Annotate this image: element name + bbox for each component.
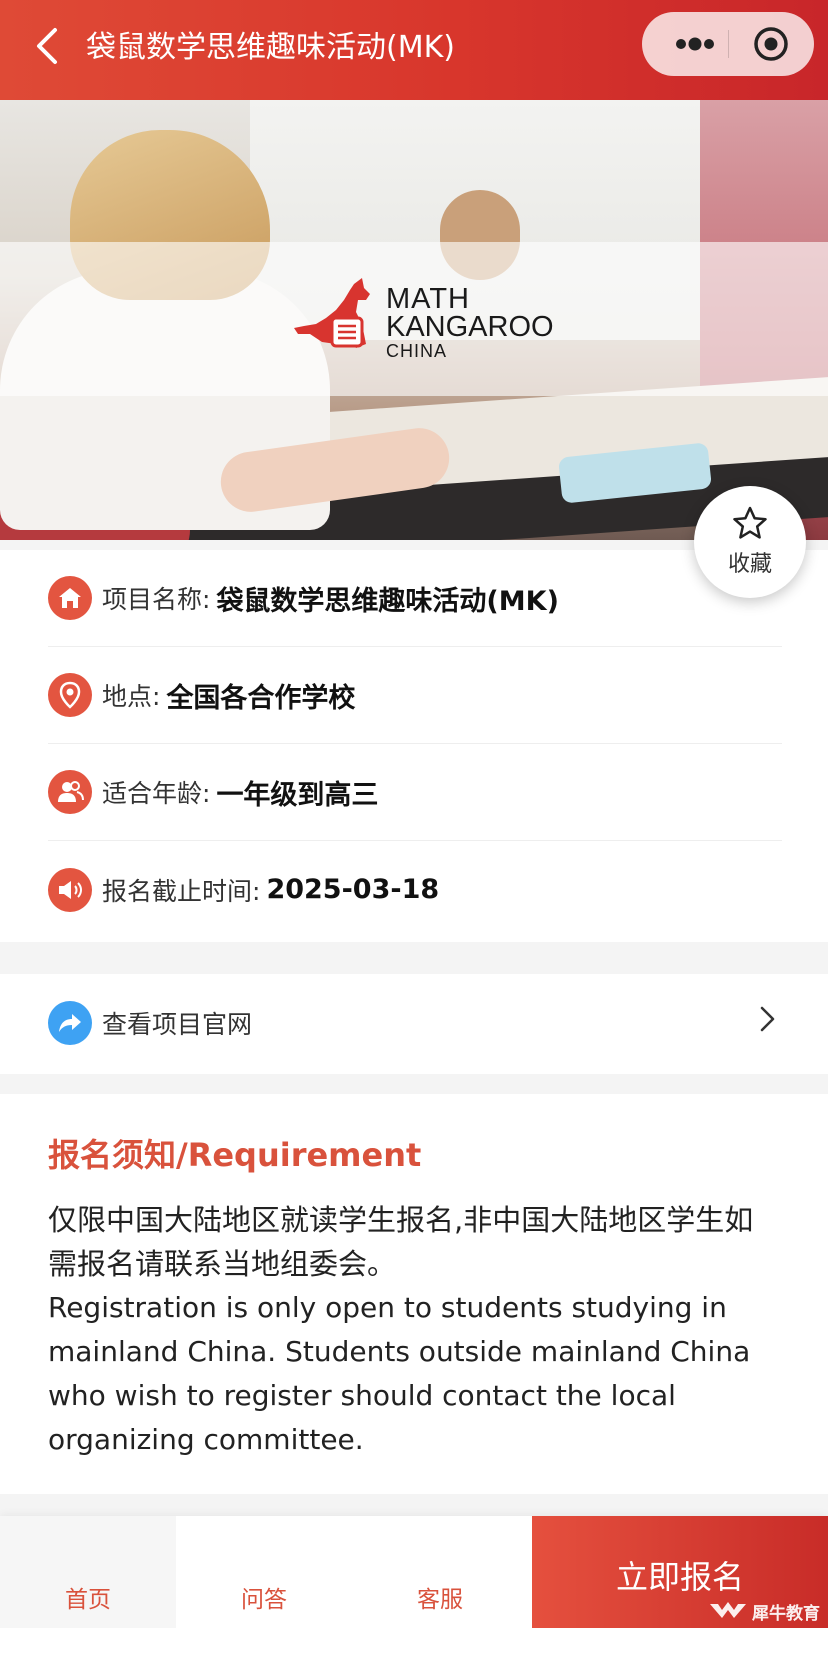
website-link-label: 查看项目官网: [102, 1009, 253, 1039]
home-icon: [48, 576, 92, 620]
info-row-deadline: 报名截止时间: 2025-03-18: [48, 841, 782, 938]
title-bar: 袋鼠数学思维趣味活动(MK): [0, 0, 828, 100]
info-key: 地点:: [102, 682, 161, 711]
page-title: 袋鼠数学思维趣味活动(MK): [86, 30, 455, 65]
more-dots-icon: [676, 37, 714, 51]
watermark-logo-icon: [710, 1602, 746, 1618]
watermark-text: 犀牛教育: [752, 1603, 820, 1624]
view-website-link[interactable]: 查看项目官网: [0, 974, 828, 1074]
info-row-age: 适合年龄: 一年级到高三: [48, 744, 782, 841]
chevron-left-icon: [37, 28, 57, 64]
share-arrow-icon: [48, 1000, 92, 1045]
requirement-text-en: Registration is only open to students st…: [48, 1291, 751, 1456]
website-link-row[interactable]: 查看项目官网: [48, 974, 782, 1071]
star-icon: [733, 506, 767, 539]
chevron-right-icon: [760, 1006, 775, 1032]
target-icon: [754, 27, 788, 61]
favorite-button[interactable]: 收藏: [694, 486, 806, 598]
speaker-icon: [48, 867, 92, 912]
info-value: 袋鼠数学思维趣味活动(MK): [216, 585, 559, 617]
mini-program-capsule: [642, 12, 814, 76]
logo-text: MATH KANGAROO CHINA: [386, 283, 554, 362]
kangaroo-icon: [294, 278, 370, 348]
info-key: 适合年龄:: [102, 779, 211, 808]
watermark: 犀牛教育: [708, 1596, 820, 1626]
info-key: 报名截止时间:: [102, 876, 261, 906]
close-miniprogram-button[interactable]: [746, 12, 796, 76]
requirement-section: 报名须知/Requirement 仅限中国大陆地区就读学生报名,非中国大陆地区学…: [0, 1094, 828, 1494]
info-row-location: 地点: 全国各合作学校: [48, 647, 782, 744]
tab-qa[interactable]: 问答: [176, 1516, 352, 1628]
more-button[interactable]: [664, 12, 726, 76]
info-value: 全国各合作学校: [166, 682, 356, 714]
tab-customer-service[interactable]: 客服: [352, 1516, 528, 1628]
project-info-card: 项目名称: 袋鼠数学思维趣味活动(MK) 地点: 全国各合作学校 适合年龄: 一…: [0, 550, 828, 942]
home-indicator-area: [0, 1628, 828, 1654]
requirement-title: 报名须知/Requirement: [48, 1136, 422, 1174]
tab-home[interactable]: 首页: [0, 1516, 176, 1628]
bottom-action-bar: 首页 问答 客服 立即报名: [0, 1516, 828, 1628]
info-value: 一年级到高三: [216, 779, 379, 811]
capsule-divider: [728, 30, 729, 58]
math-kangaroo-logo: MATH KANGAROO CHINA: [292, 270, 554, 370]
info-value: 2025-03-18: [266, 874, 440, 905]
favorite-label: 收藏: [727, 552, 772, 577]
hero-banner: MATH KANGAROO CHINA: [0, 100, 828, 540]
users-icon: [48, 770, 92, 814]
back-button[interactable]: [26, 22, 66, 70]
logo-line-1: MATH: [386, 283, 471, 315]
requirement-text-cn: 仅限中国大陆地区就读学生报名,非中国大陆地区学生如需报名请联系当地组委会。: [48, 1203, 754, 1281]
logo-line-3: CHINA: [386, 341, 448, 362]
location-pin-icon: [48, 673, 92, 717]
info-key: 项目名称:: [102, 585, 211, 614]
info-row-name: 项目名称: 袋鼠数学思维趣味活动(MK): [48, 550, 782, 647]
logo-line-2: KANGAROO: [386, 310, 554, 343]
